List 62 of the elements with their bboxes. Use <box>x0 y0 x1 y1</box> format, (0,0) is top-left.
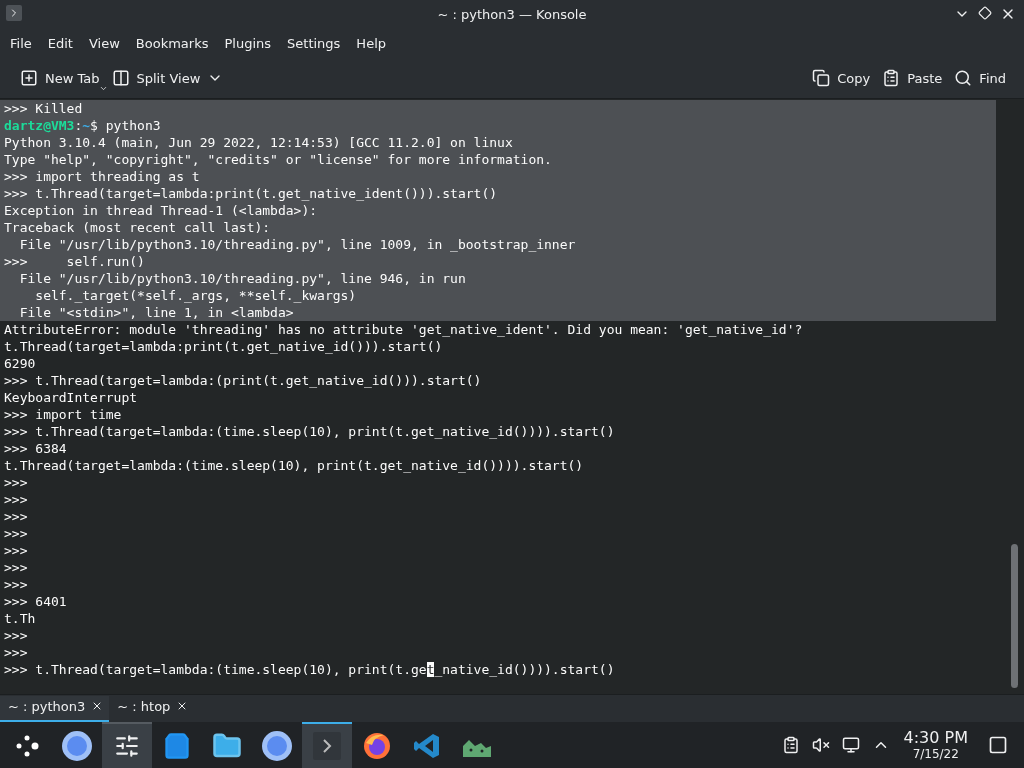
toolbar-button[interactable]: Copy <box>806 65 877 91</box>
terminal-line: >>> <box>3 491 29 508</box>
menu-item[interactable]: Edit <box>39 31 81 55</box>
terminal-line: >>> <box>3 559 29 576</box>
fox-globe-icon <box>362 731 392 761</box>
toolbar-button[interactable]: New Tab <box>14 65 106 91</box>
split-view-icon <box>111 69 130 87</box>
terminal-line: >>> import time <box>3 406 123 423</box>
maximize-button[interactable] <box>978 6 992 22</box>
network-icon[interactable] <box>841 736 860 754</box>
terminal-line: >>> 6384 <box>3 440 68 457</box>
launcher-icon <box>14 733 40 759</box>
scrollbar-thumb[interactable] <box>1011 544 1018 688</box>
terminal-line: AttributeError: module 'threading' has no attribute 'get_native_ident'. Did you mean: 'get_native_id'? <box>3 321 804 338</box>
clock-time: 4:30 PM <box>903 730 968 746</box>
toolbar-button[interactable]: Split View <box>105 65 230 91</box>
copy-icon <box>812 69 831 87</box>
code-editor-icon <box>413 732 441 760</box>
menu-item[interactable]: View <box>80 31 128 55</box>
terminal-line: KeyboardInterrupt <box>3 389 139 406</box>
diamond-icon <box>978 6 992 20</box>
clipboard-icon <box>882 69 901 87</box>
speaker-muted-icon[interactable] <box>811 736 830 754</box>
menu-item[interactable]: File <box>2 31 40 55</box>
menu-item[interactable]: Settings <box>279 31 349 55</box>
terminal-line: >>> <box>3 474 29 491</box>
browser-icon <box>262 731 292 761</box>
terminal-line: >>> <box>3 644 29 661</box>
menu-item[interactable]: Plugins <box>216 31 280 55</box>
terminal-line: 6290 <box>3 355 37 372</box>
terminal-line: t.Thread(target=lambda:(time.sleep(10), print(t.get_native_id()))).start() <box>3 457 585 474</box>
search-icon <box>954 69 973 87</box>
terminal-line: >>> <box>3 525 29 542</box>
terminal-line: >>> 6401 <box>3 593 68 610</box>
new-tab-icon <box>20 69 38 87</box>
clock-date: 7/15/22 <box>912 748 959 760</box>
menu-item[interactable]: Help <box>348 31 394 55</box>
toolbar-button[interactable]: Paste <box>876 65 949 91</box>
terminal-icon <box>312 731 342 761</box>
toolbar-button[interactable]: Find <box>948 65 1012 91</box>
caret-icon <box>98 84 108 93</box>
app-icon <box>6 5 22 21</box>
browser-icon <box>62 731 92 761</box>
terminal-line: t.Thread(target=lambda:print(t.get_native_id())).start() <box>3 338 444 355</box>
terminal-line: >>> <box>3 542 29 559</box>
terminal-line: t.Th <box>3 610 37 627</box>
terminal-line: >>> <box>3 576 29 593</box>
menu-item[interactable]: Bookmarks <box>127 31 217 55</box>
clock[interactable]: 4:30 PM 7/15/22 <box>903 730 968 760</box>
shopping-bag-icon <box>163 732 191 760</box>
terminal-line: >>> <box>3 508 29 525</box>
terminal-line: >>> t.Thread(target=lambda:(time.sleep(10), print(t.get_native_id()))).start() <box>3 661 616 678</box>
window-title: ~ : python3 — Konsole <box>437 6 587 22</box>
show-desktop-icon[interactable] <box>988 735 1008 755</box>
taskbar-app[interactable] <box>102 722 152 768</box>
clipboard-icon[interactable] <box>781 736 800 754</box>
terminal-line: >>> t.Thread(target=lambda:(time.sleep(10), print(t.get_native_id()))).start() <box>3 423 616 440</box>
terminal-line: >>> <box>3 627 29 644</box>
tab[interactable]: ~ : python3 <box>0 696 110 722</box>
terminal-line: >>> t.Thread(target=lambda:(print(t.get_native_id())).start() <box>3 372 483 389</box>
sliders-icon <box>114 733 140 759</box>
tab[interactable]: ~ : htop <box>109 696 195 722</box>
